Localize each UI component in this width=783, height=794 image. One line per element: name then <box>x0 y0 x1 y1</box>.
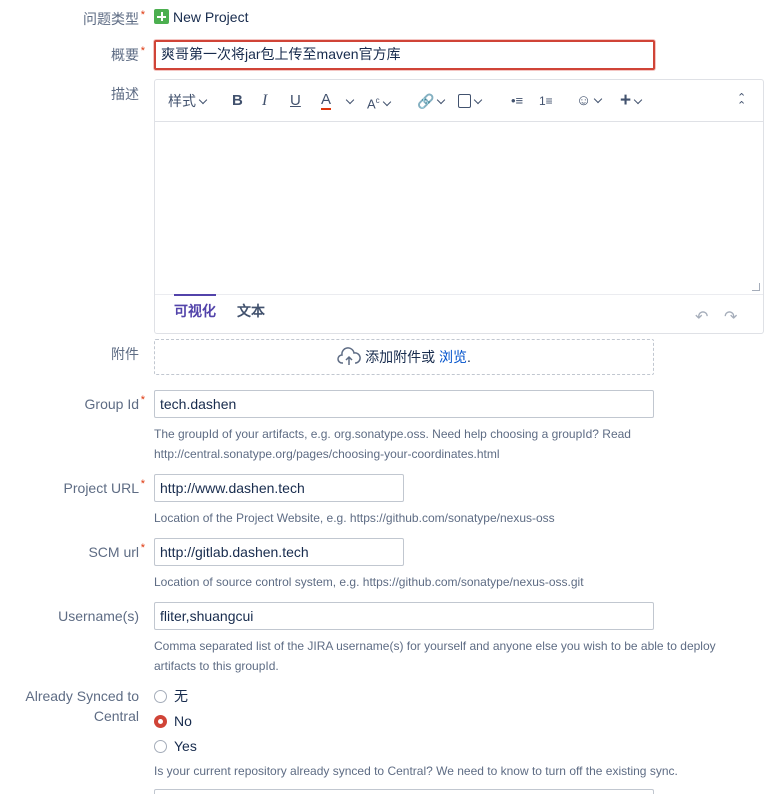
scm-url-help: Location of source control system, e.g. … <box>154 575 584 589</box>
text-color-icon[interactable]: A <box>321 91 332 110</box>
group-id-help: The groupId of your artifacts, e.g. org.… <box>154 427 631 461</box>
description-label: 描述 <box>111 86 139 102</box>
issue-type-text: New Project <box>173 9 249 25</box>
more-formatting-icon[interactable]: Ac <box>367 91 391 111</box>
underline-icon[interactable]: U <box>290 91 301 111</box>
description-textarea[interactable] <box>155 122 763 294</box>
radio-button[interactable] <box>154 740 167 753</box>
attachment-icon[interactable] <box>458 91 483 111</box>
project-url-help: Location of the Project Website, e.g. ht… <box>154 511 555 525</box>
link-icon[interactable]: 🔗 <box>417 91 446 111</box>
cloud-upload-icon <box>337 345 361 379</box>
radio-button[interactable] <box>154 690 167 703</box>
emoji-icon[interactable]: ☺ <box>576 91 603 111</box>
summary-label: 概要 * <box>111 45 145 65</box>
scm-url-label: SCM url * <box>88 542 145 562</box>
style-dropdown[interactable]: 样式 <box>168 91 208 111</box>
attachment-dropzone[interactable]: 添加附件或 浏览. <box>154 339 654 375</box>
project-url-label: Project URL * <box>64 478 145 498</box>
issue-type-label: 问题类型 * <box>83 9 145 29</box>
next-field-input[interactable] <box>154 789 654 794</box>
scm-url-input[interactable]: http://gitlab.dashen.tech <box>154 538 404 566</box>
tab-visual[interactable]: 可视化 <box>174 294 216 321</box>
required-marker: * <box>140 478 145 490</box>
bullet-list-icon[interactable]: •≡ <box>511 91 523 111</box>
attachment-suffix: . <box>467 349 471 365</box>
new-project-icon <box>154 9 169 24</box>
usernames-label: Username(s) <box>58 608 139 624</box>
summary-input[interactable]: 爽哥第一次将jar包上传至maven官方库 <box>154 40 655 70</box>
numbered-list-icon[interactable]: 1≡ <box>539 91 553 111</box>
radio-label: Yes <box>174 738 197 754</box>
issue-type-value[interactable]: New Project <box>154 7 248 27</box>
required-marker: * <box>140 394 145 406</box>
browse-link[interactable]: 浏览 <box>439 349 467 365</box>
collapse-toolbar-icon[interactable]: ⌃ ⌃ <box>737 93 746 114</box>
editor-toolbar: 样式 B I U A Ac 🔗 •≡ 1≡ ☺ + ⌃ ⌃ <box>155 80 763 122</box>
radio-label: 无 <box>174 688 188 704</box>
insert-more-icon[interactable]: + <box>620 91 643 111</box>
required-marker: * <box>140 9 145 21</box>
resize-handle[interactable] <box>752 283 760 291</box>
usernames-help: Comma separated list of the JIRA usernam… <box>154 639 716 673</box>
group-id-input[interactable]: tech.dashen <box>154 390 654 418</box>
synced-help: Is your current repository already synce… <box>154 764 678 778</box>
radio-button-checked[interactable] <box>154 715 167 728</box>
bold-icon[interactable]: B <box>232 91 243 111</box>
tab-text[interactable]: 文本 <box>237 301 265 321</box>
attachment-label: 附件 <box>111 346 139 362</box>
usernames-input[interactable]: fliter,shuangcui <box>154 602 654 630</box>
editor-mode-tabs: 可视化 文本 ↶ ↷ <box>155 294 763 334</box>
synced-label: Already Synced to Central <box>25 688 139 724</box>
project-url-input[interactable]: http://www.dashen.tech <box>154 474 404 502</box>
group-id-label: Group Id * <box>85 394 145 414</box>
description-editor: 样式 B I U A Ac 🔗 •≡ 1≡ ☺ + ⌃ ⌃ 可视化 文本 ↶ ↷ <box>154 79 764 334</box>
attachment-drop-text: 添加附件或 <box>365 349 436 365</box>
italic-icon[interactable]: I <box>262 91 267 111</box>
undo-icon[interactable]: ↶ <box>695 307 708 327</box>
text-color-dropdown-icon[interactable] <box>343 91 355 111</box>
required-marker: * <box>140 542 145 554</box>
required-marker: * <box>140 45 145 57</box>
radio-label: No <box>174 713 192 729</box>
redo-icon[interactable]: ↷ <box>724 307 737 327</box>
